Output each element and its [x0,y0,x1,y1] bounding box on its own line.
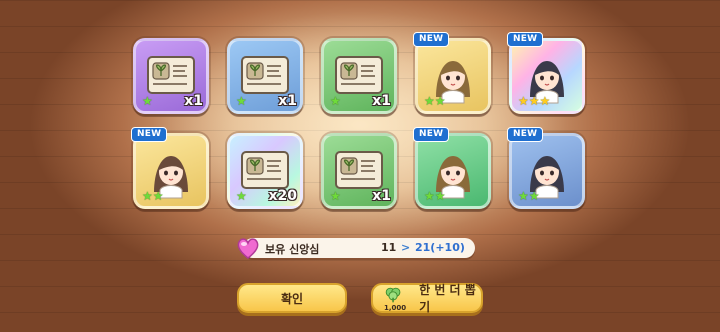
new-badge: NEW [131,127,168,142]
rarity-stars: ★ [330,95,341,107]
rarity-stars: ★ ★ [142,190,164,202]
reward-grid: ★ x1 ★ x1 ★ x1 ★ ★ NEW ★ ★ ★ NEW ★ ★ NEW ★ x20 ★ x1 … [131,32,589,212]
star-icon: ★ [152,189,164,203]
star-icon: ★ [330,189,341,203]
rarity-stars: ★ [142,95,153,107]
item-count: x20 [268,188,297,204]
rarity-stars: ★ ★ ★ [518,95,550,107]
star-icon: ★ [518,189,529,203]
item-count: x1 [372,188,391,204]
faith-current: 11 [381,241,397,254]
star-icon: ★ [528,94,540,108]
pull-again-button[interactable]: 1,000 한 번 더 뽑기 [371,283,483,314]
faith-arrow: > [401,241,411,254]
item-count: x1 [184,93,203,109]
new-badge: NEW [413,32,450,47]
star-icon: ★ [434,94,446,108]
clover-icon [385,287,401,303]
pull-again-label: 한 번 더 뽑기 [419,283,476,314]
new-badge: NEW [413,127,450,142]
star-icon: ★ [236,189,247,203]
reward-card[interactable]: ★ x1 [227,38,303,114]
reward-card[interactable]: ★ ★ NEW [507,127,585,209]
rarity-stars: ★ [236,95,247,107]
star-icon: ★ [236,94,247,108]
reward-card[interactable]: ★ x20 [227,133,303,209]
faith-info-bar: 보유 신앙심 11 > 21(+10) [237,238,475,259]
confirm-button-label: 확인 [280,291,304,306]
reward-card[interactable]: ★ x1 [321,133,397,209]
star-icon: ★ [539,94,551,108]
reward-card[interactable]: ★ ★ NEW [131,127,209,209]
reward-card[interactable]: ★ ★ ★ NEW [507,32,585,114]
star-icon: ★ [518,94,529,108]
confirm-button[interactable]: 확인 [237,283,347,313]
faith-next: 21(+10) [415,241,465,254]
new-badge: NEW [507,127,544,142]
star-icon: ★ [330,94,341,108]
rarity-stars: ★ ★ [424,190,446,202]
star-icon: ★ [424,94,435,108]
reward-card[interactable]: ★ x1 [133,38,209,114]
rarity-stars: ★ ★ [424,95,446,107]
star-icon: ★ [142,94,153,108]
item-count: x1 [372,93,391,109]
item-count: x1 [278,93,297,109]
rarity-stars: ★ ★ [518,190,540,202]
star-icon: ★ [424,189,435,203]
rarity-stars: ★ [236,190,247,202]
star-icon: ★ [142,189,153,203]
reward-card[interactable]: ★ x1 [321,38,397,114]
rarity-stars: ★ [330,190,341,202]
reward-card[interactable]: ★ ★ NEW [413,127,491,209]
star-icon: ★ [528,189,540,203]
reward-card[interactable]: ★ ★ NEW [413,32,491,114]
pull-cost: 1,000 [384,304,407,312]
star-icon: ★ [434,189,446,203]
new-badge: NEW [507,32,544,47]
faith-label: 보유 신앙심 [265,243,320,256]
heart-icon [237,238,259,259]
